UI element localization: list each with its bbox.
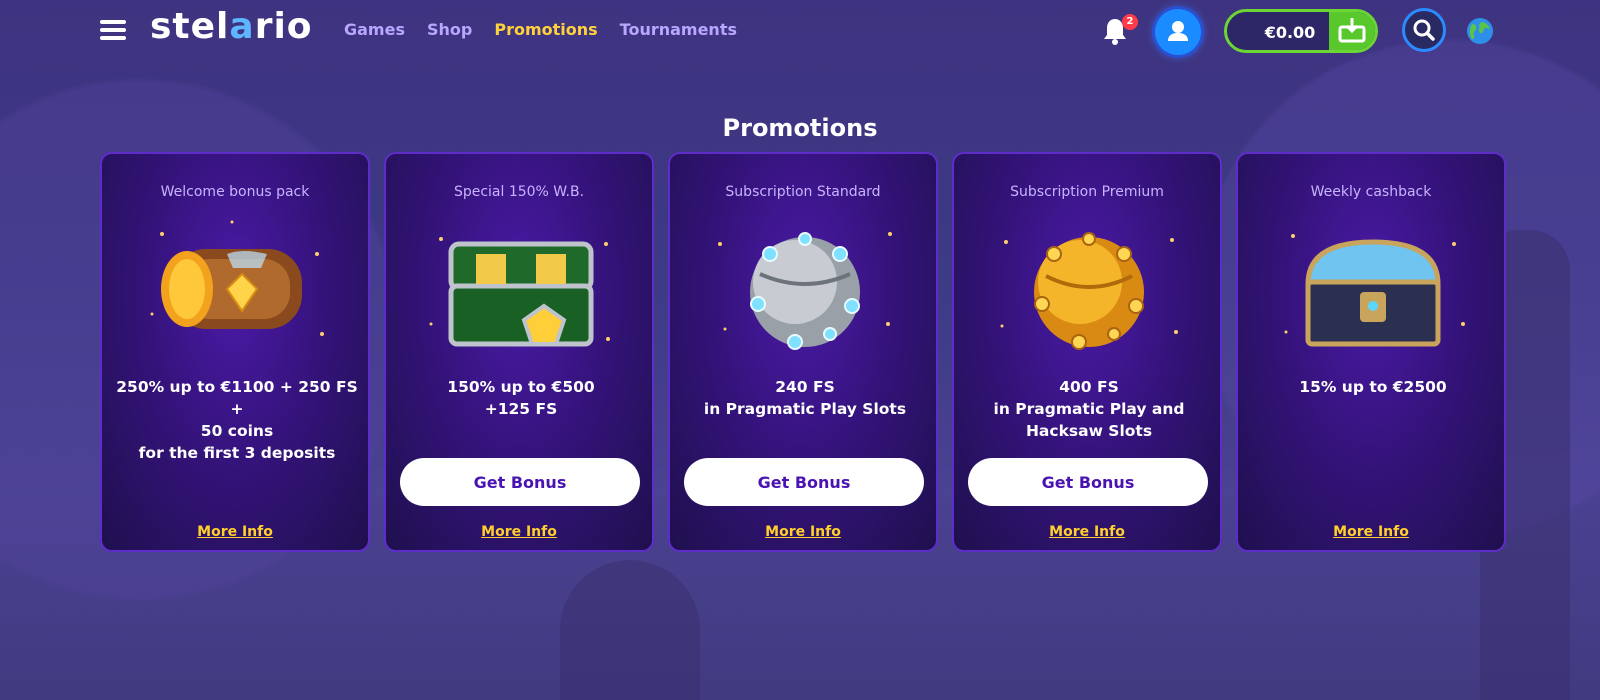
promo-subtitle: Welcome bonus pack (160, 184, 310, 200)
page-title: Promotions (722, 114, 878, 143)
site-logo[interactable]: stelario (150, 6, 313, 47)
green-chest-icon (429, 237, 610, 347)
nav-promotions[interactable]: Promotions (494, 20, 597, 39)
top-bar: stelario Games Shop Promotions Tournamen… (0, 0, 1600, 64)
gold-orb-icon (1000, 232, 1178, 350)
background-rock (560, 560, 700, 700)
promo-description: 400 FS in Pragmatic Play and Hacksaw Slo… (993, 378, 1185, 440)
get-bonus-button[interactable]: Get Bonus (968, 458, 1208, 506)
get-bonus-button[interactable]: Get Bonus (684, 458, 924, 506)
nav-tournaments[interactable]: Tournaments (620, 20, 737, 39)
more-info-link[interactable]: More Info (386, 524, 652, 540)
promo-card-cashback: Weekly cashback 15% up to €2500 More Inf… (1236, 152, 1506, 552)
promo-card-special: Special 150% W.B. 150% up to €500 +125 F… (384, 152, 654, 552)
promo-subtitle: Subscription Standard (725, 184, 881, 200)
user-icon (1168, 21, 1188, 41)
promo-card-premium: Subscription Premium 400 FS in Pragmatic… (952, 152, 1222, 552)
main-nav: Games Shop Promotions Tournaments (344, 20, 737, 39)
promo-card-standard: Subscription Standard 240 FS in Pragmati… (668, 152, 938, 552)
promo-description: 250% up to €1100 + 250 FS + 50 coins for… (116, 378, 358, 462)
globe-icon[interactable] (1466, 17, 1494, 45)
get-bonus-button[interactable]: Get Bonus (400, 458, 640, 506)
silver-orb-icon (718, 232, 892, 350)
bronze-chest-icon (150, 220, 324, 336)
more-info-link[interactable]: More Info (102, 524, 368, 540)
nav-shop[interactable]: Shop (427, 20, 472, 39)
promo-description: 240 FS in Pragmatic Play Slots (703, 378, 907, 418)
profile-button[interactable] (1155, 9, 1201, 55)
search-icon (1413, 19, 1435, 41)
promo-card-welcome: Welcome bonus pack 250% up to €1100 + 25… (100, 152, 370, 552)
promo-subtitle: Subscription Premium (1010, 184, 1164, 200)
promotions-grid: Welcome bonus pack 250% up to €1100 + 25… (100, 152, 1506, 552)
deposit-button[interactable] (1329, 12, 1375, 50)
notification-badge: 2 (1122, 14, 1138, 30)
promo-subtitle: Special 150% W.B. (453, 184, 585, 200)
promo-description: 150% up to €500 +125 FS (447, 378, 595, 418)
more-info-link[interactable]: More Info (670, 524, 936, 540)
deposit-icon (1338, 18, 1366, 43)
menu-icon[interactable] (100, 20, 126, 40)
balance-amount: €0.00 (1264, 23, 1316, 42)
more-info-link[interactable]: More Info (1238, 524, 1504, 540)
promo-subtitle: Weekly cashback (1310, 184, 1432, 200)
promo-description: 15% up to €2500 (1299, 378, 1447, 396)
wallet-balance[interactable]: €0.00 (1224, 9, 1378, 53)
more-info-link[interactable]: More Info (954, 524, 1220, 540)
search-button[interactable] (1402, 8, 1446, 52)
nav-games[interactable]: Games (344, 20, 405, 39)
blue-chest-icon (1284, 234, 1465, 347)
